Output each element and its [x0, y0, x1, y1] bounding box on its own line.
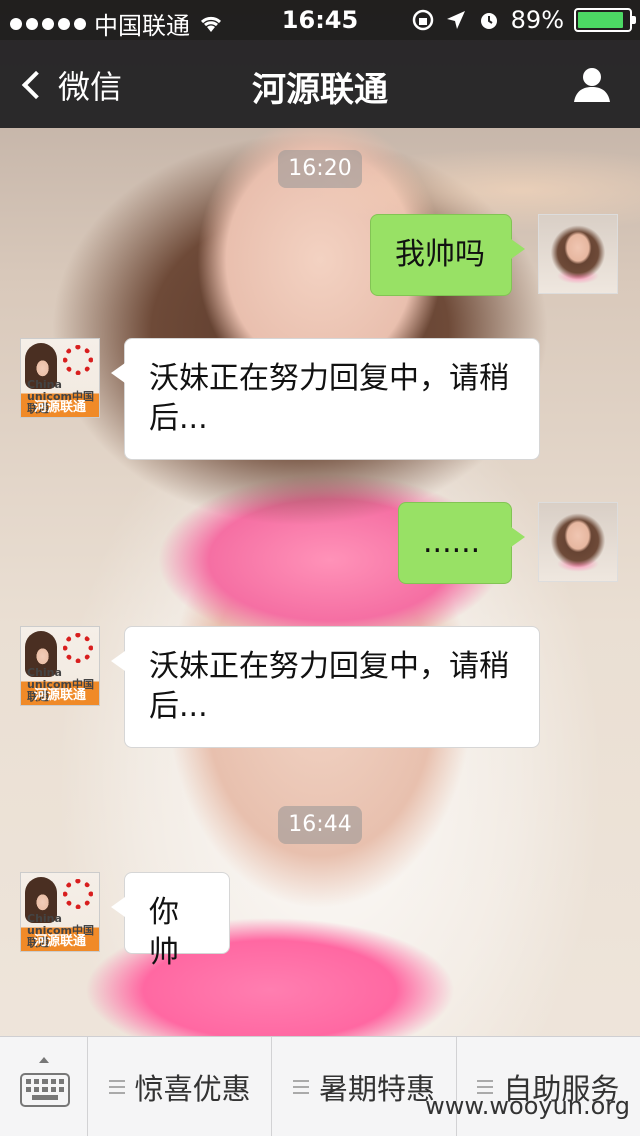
avatar-tag: 河源联通	[33, 400, 86, 415]
alarm-clock-icon	[480, 13, 497, 29]
keyboard-toggle-button[interactable]	[0, 1037, 88, 1136]
official-account-avatar[interactable]: China unicom中国联通 河源联通	[20, 626, 100, 706]
custom-menu-bar: 惊喜优惠 暑期特惠 自助服务	[0, 1036, 640, 1136]
timestamp-label: 16:20	[278, 150, 362, 188]
battery-percent: 89%	[510, 6, 564, 34]
menu-item-self-service[interactable]: 自助服务	[457, 1037, 640, 1136]
message-text: 沃妹正在努力回复中，请稍后...	[149, 649, 509, 724]
wechat-chat-screen: 中国联通 16:45 89% 微信 河源联通 16:20 我帅吗 China u…	[0, 0, 640, 1136]
status-bar: 中国联通 16:45 89%	[0, 0, 640, 40]
unicom-logo-icon	[63, 345, 93, 375]
official-account-avatar[interactable]: China unicom中国联通 河源联通	[20, 872, 100, 952]
keyboard-icon	[20, 1073, 70, 1107]
message-text: 沃妹正在努力回复中，请稍后...	[149, 361, 509, 436]
unicom-logo-icon	[63, 633, 93, 663]
message-list[interactable]: 16:20 我帅吗 China unicom中国联通 河源联通 沃妹正在努力回复中…	[0, 128, 640, 1036]
message-bubble-self[interactable]: ......	[398, 502, 525, 584]
menu-item-label: 惊喜优惠	[134, 1071, 251, 1106]
navigation-bar: 微信 河源联通	[0, 40, 640, 128]
location-arrow-icon	[446, 11, 465, 29]
chat-title: 河源联通	[252, 70, 388, 110]
watermark-text: www.wooyun.org	[425, 1092, 630, 1120]
message-bubble-other[interactable]: 你帅	[111, 872, 230, 970]
avatar-tag: 河源联通	[33, 934, 86, 949]
caret-up-icon	[39, 1057, 49, 1063]
self-avatar[interactable]	[538, 214, 618, 294]
message-text: ......	[423, 525, 481, 560]
message-text: 我帅吗	[395, 237, 485, 272]
menu-item-surprise-offers[interactable]: 惊喜优惠	[88, 1037, 273, 1136]
menu-lines-icon	[108, 1079, 125, 1094]
rotation-lock-icon	[412, 9, 433, 31]
avatar-tag: 河源联通	[33, 688, 86, 703]
person-icon[interactable]	[572, 64, 612, 104]
message-bubble-other[interactable]: 沃妹正在努力回复中，请稍后...	[111, 338, 540, 460]
menu-item-summer-deals[interactable]: 暑期特惠	[272, 1037, 457, 1136]
menu-lines-icon	[292, 1079, 309, 1094]
message-bubble-other[interactable]: 沃妹正在努力回复中，请稍后...	[111, 626, 540, 748]
unicom-logo-icon	[63, 879, 93, 909]
battery-icon	[574, 8, 636, 32]
message-text: 你帅	[149, 895, 179, 970]
timestamp-label: 16:44	[278, 806, 362, 844]
official-account-avatar[interactable]: China unicom中国联通 河源联通	[20, 338, 100, 418]
menu-item-label: 暑期特惠	[318, 1071, 435, 1106]
self-avatar[interactable]	[538, 502, 618, 582]
message-bubble-self[interactable]: 我帅吗	[370, 214, 525, 296]
battery-fill	[578, 12, 623, 28]
